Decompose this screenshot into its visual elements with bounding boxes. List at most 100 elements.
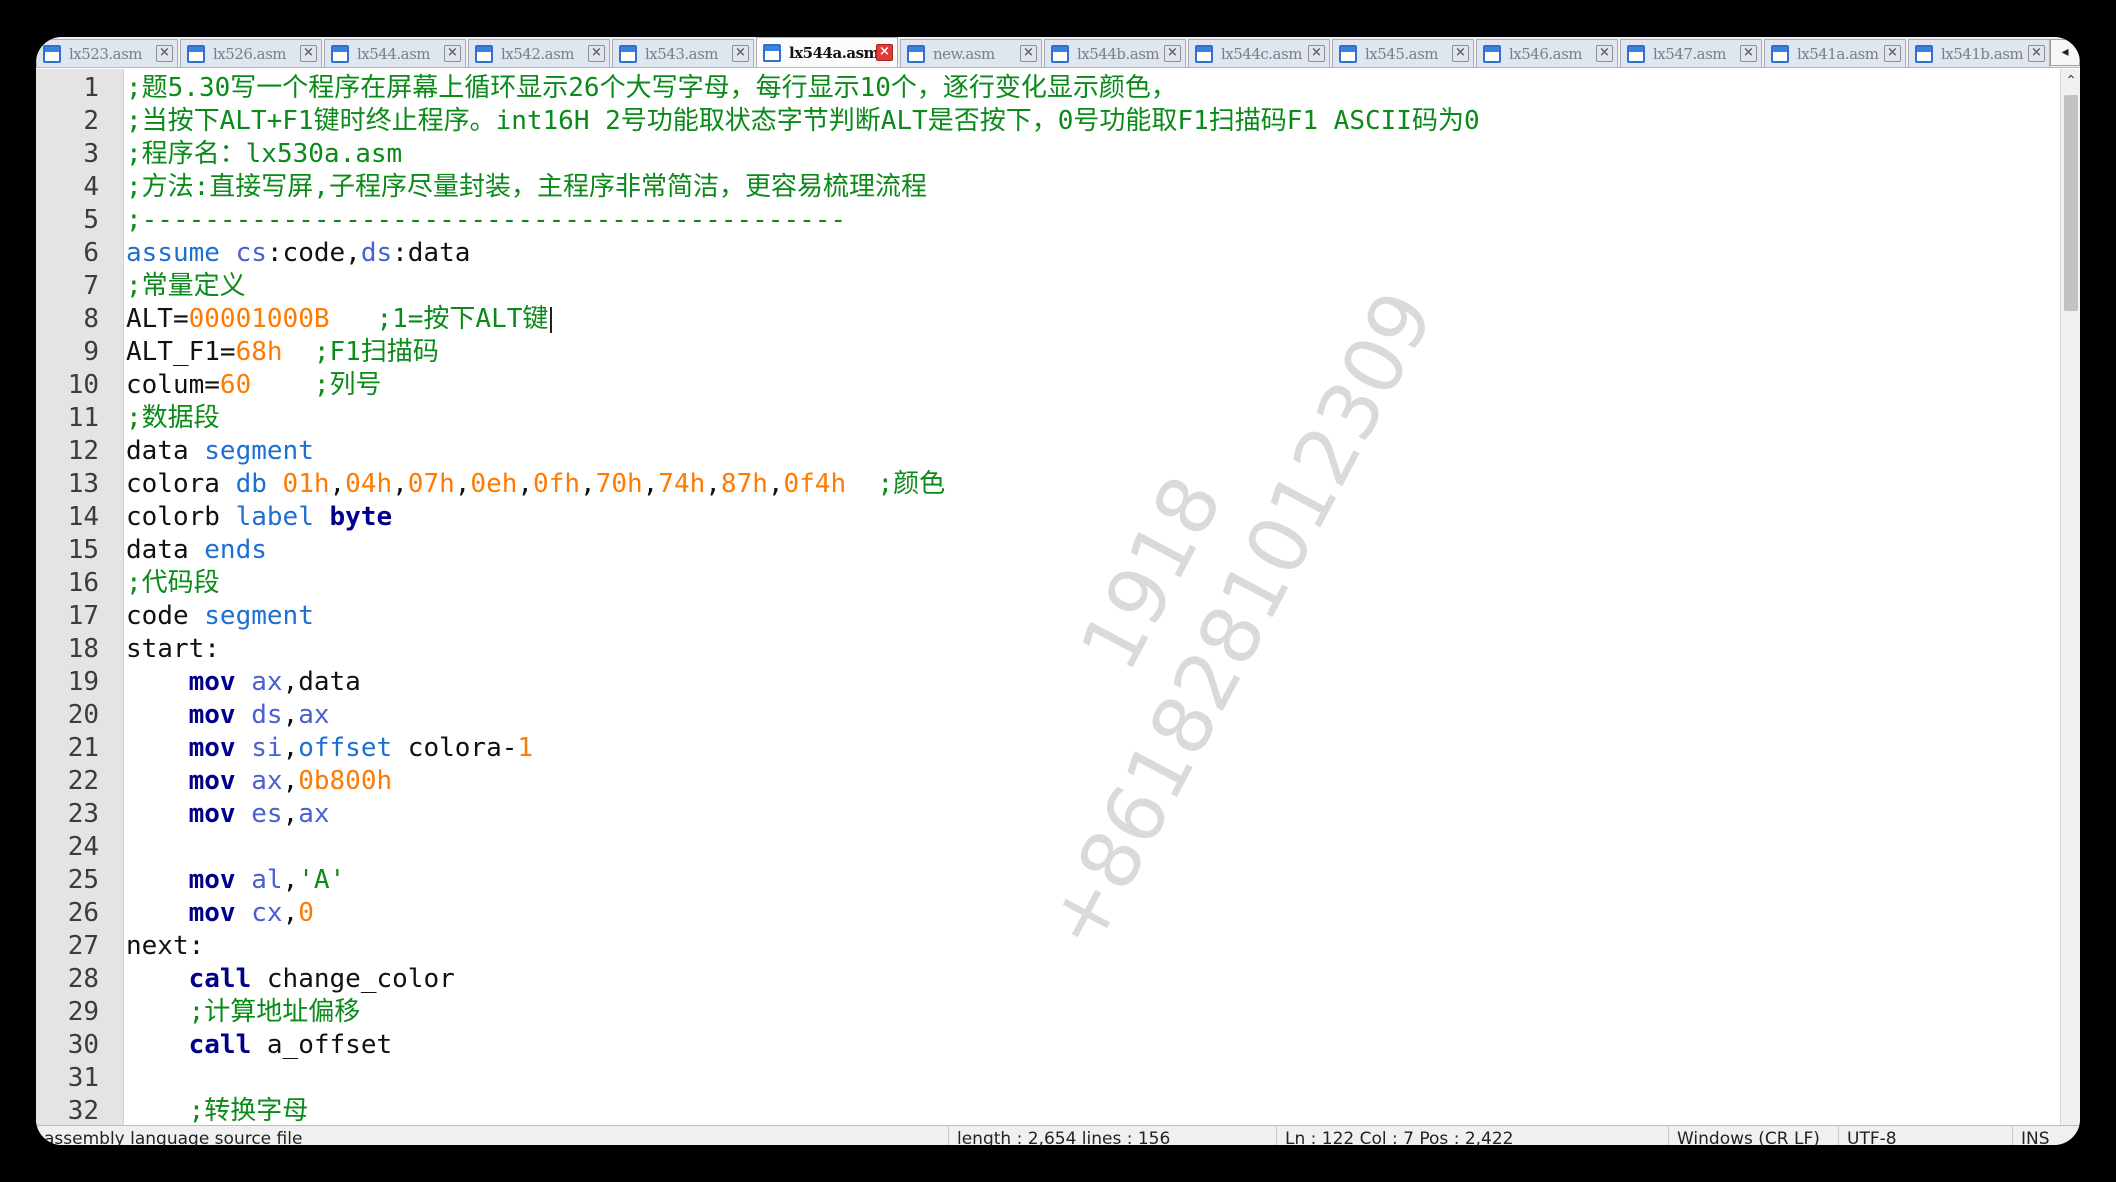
- line-number: 21: [67, 733, 99, 763]
- code-line[interactable]: ;程序名：lx530a.asm: [126, 138, 402, 171]
- tab-close-icon[interactable]: ×: [1020, 45, 1037, 62]
- status-file-type: assembly language source file: [44, 1129, 303, 1145]
- code-token: ;数据段: [126, 403, 220, 433]
- code-line[interactable]: ;转换字母: [126, 1095, 309, 1128]
- file-icon: [1627, 44, 1645, 63]
- tab-close-icon[interactable]: ×: [156, 45, 173, 62]
- code-token: data: [126, 535, 205, 565]
- code-token: data: [126, 436, 205, 466]
- tab-close-icon[interactable]: ×: [1452, 45, 1469, 62]
- tab-lx544a-asm[interactable]: lx544a.asm ×: [756, 37, 898, 67]
- code-line[interactable]: code segment: [126, 600, 314, 633]
- file-icon: [331, 44, 349, 63]
- line-number: 11: [67, 403, 99, 433]
- code-token: next:: [126, 931, 205, 961]
- tab-lx544b-asm[interactable]: lx544b.asm ×: [1044, 39, 1186, 67]
- code-line[interactable]: mov ax,data: [126, 666, 361, 699]
- code-line[interactable]: call change_color: [126, 963, 455, 996]
- code-token: 0eh: [470, 469, 518, 499]
- tab-lx544c-asm[interactable]: lx544c.asm ×: [1188, 39, 1330, 67]
- code-line[interactable]: data ends: [126, 534, 267, 567]
- tab-lx546-asm[interactable]: lx546.asm ×: [1476, 39, 1618, 67]
- code-token: ,: [392, 469, 408, 499]
- code-line[interactable]: mov ax,0b800h: [126, 765, 393, 798]
- code-token: ,: [580, 469, 596, 499]
- code-line[interactable]: ;当按下ALT+F1键时终止程序。int16H 2号功能取状态字节判断ALT是否…: [126, 105, 1480, 138]
- code-line[interactable]: mov es,ax: [126, 798, 330, 831]
- tab-close-icon[interactable]: ×: [444, 45, 461, 62]
- vertical-scrollbar[interactable]: ⌃ ⌄: [2060, 69, 2080, 1145]
- tab-lx541a-asm[interactable]: lx541a.asm ×: [1764, 39, 1906, 67]
- code-token: ,: [282, 898, 299, 928]
- code-token: ,: [282, 733, 299, 763]
- code-line[interactable]: colorb label byte: [126, 501, 392, 534]
- code-line[interactable]: colora db 01h,04h,07h,0eh,0fh,70h,74h,87…: [126, 468, 945, 501]
- code-line[interactable]: mov si,offset colora-1: [126, 732, 533, 765]
- tab-lx542-asm[interactable]: lx542.asm ×: [468, 39, 610, 67]
- code-line[interactable]: assume cs:code,ds:data: [126, 237, 470, 270]
- tab-lx523-asm[interactable]: lx523.asm ×: [36, 39, 178, 67]
- line-number: 31: [67, 1063, 99, 1093]
- code-line[interactable]: ;方法:直接写屏,子程序尽量封装，主程序非常简洁，更容易梳理流程: [126, 171, 927, 204]
- code-line[interactable]: ALT_F1=68h ;F1扫描码: [126, 336, 439, 369]
- code-token: ,: [282, 700, 299, 730]
- code-line[interactable]: ;数据段: [126, 402, 220, 435]
- code-token: offset: [298, 733, 408, 763]
- code-line[interactable]: ;---------------------------------------…: [126, 204, 846, 237]
- code-view[interactable]: ;题5.30写一个程序在屏幕上循环显示26个大写字母，每行显示10个，逐行变化显…: [126, 69, 2060, 1145]
- code-token: 0: [298, 898, 314, 928]
- scroll-up-arrow-icon[interactable]: ⌃: [2061, 71, 2080, 91]
- tab-close-icon[interactable]: ×: [1308, 45, 1325, 62]
- tab-lx544-asm[interactable]: lx544.asm ×: [324, 39, 466, 67]
- tab-close-icon[interactable]: ×: [1164, 45, 1181, 62]
- code-line[interactable]: ;常量定义: [126, 270, 246, 303]
- status-insert-mode[interactable]: INS: [2012, 1126, 2050, 1145]
- tab-close-icon[interactable]: ×: [588, 45, 605, 62]
- code-token: ,: [642, 469, 659, 499]
- code-token: 04h: [345, 469, 393, 499]
- editor-area[interactable]: 1 2 3 4 5 6 7 8 9 10 11 12 13 14 15 16 17 18 19 20 21 22 23 24 2…: [36, 69, 2060, 1145]
- code-line[interactable]: mov al,'A': [126, 864, 346, 897]
- tab-lx526-asm[interactable]: lx526.asm ×: [180, 39, 322, 67]
- tab-close-icon[interactable]: ×: [1884, 45, 1901, 62]
- tab-scroll-left-button[interactable]: ◂: [2050, 39, 2080, 66]
- code-line[interactable]: mov ds,ax: [126, 699, 330, 732]
- tab-close-icon[interactable]: ×: [1740, 45, 1757, 62]
- code-line[interactable]: ALT=00001000B ;1=按下ALT键: [126, 303, 553, 336]
- code-token: ax: [251, 667, 283, 697]
- line-number: 17: [67, 601, 99, 631]
- code-token: colorb: [126, 502, 236, 532]
- tab-close-icon[interactable]: ×: [732, 45, 749, 62]
- tab-new-asm[interactable]: new.asm ×: [900, 39, 1042, 67]
- code-line[interactable]: ;题5.30写一个程序在屏幕上循环显示26个大写字母，每行显示10个，逐行变化显…: [126, 72, 1177, 105]
- code-token: 0f4h: [783, 469, 847, 499]
- code-line[interactable]: ;代码段: [126, 567, 220, 600]
- tab-lx545-asm[interactable]: lx545.asm ×: [1332, 39, 1474, 67]
- code-line[interactable]: colum=60 ;列号: [126, 369, 382, 402]
- code-token: 00001000B: [188, 304, 330, 334]
- tab-lx547-asm[interactable]: lx547.asm ×: [1620, 39, 1762, 67]
- code-line[interactable]: ;计算地址偏移: [126, 996, 361, 1029]
- file-icon: [1483, 44, 1501, 63]
- tab-close-icon[interactable]: ×: [300, 45, 317, 62]
- scrollbar-thumb[interactable]: [2064, 95, 2078, 311]
- tab-lx543-asm[interactable]: lx543.asm ×: [612, 39, 754, 67]
- line-number: 19: [67, 667, 99, 697]
- code-line[interactable]: next:: [126, 930, 204, 963]
- tab-lx541b-asm[interactable]: lx541b.asm ×: [1908, 39, 2050, 67]
- status-eol[interactable]: Windows (CR LF): [1668, 1126, 1820, 1145]
- code-line[interactable]: mov cx,0: [126, 897, 314, 930]
- code-line[interactable]: call a_offset: [126, 1029, 393, 1062]
- status-encoding[interactable]: UTF-8: [1838, 1126, 1897, 1145]
- tab-close-icon[interactable]: ×: [1596, 45, 1613, 62]
- code-line[interactable]: data segment: [126, 435, 314, 468]
- tab-close-icon[interactable]: ×: [2028, 45, 2045, 62]
- code-line[interactable]: start:: [126, 633, 220, 666]
- tab-close-icon[interactable]: ×: [876, 44, 893, 61]
- code-token: code: [126, 601, 205, 631]
